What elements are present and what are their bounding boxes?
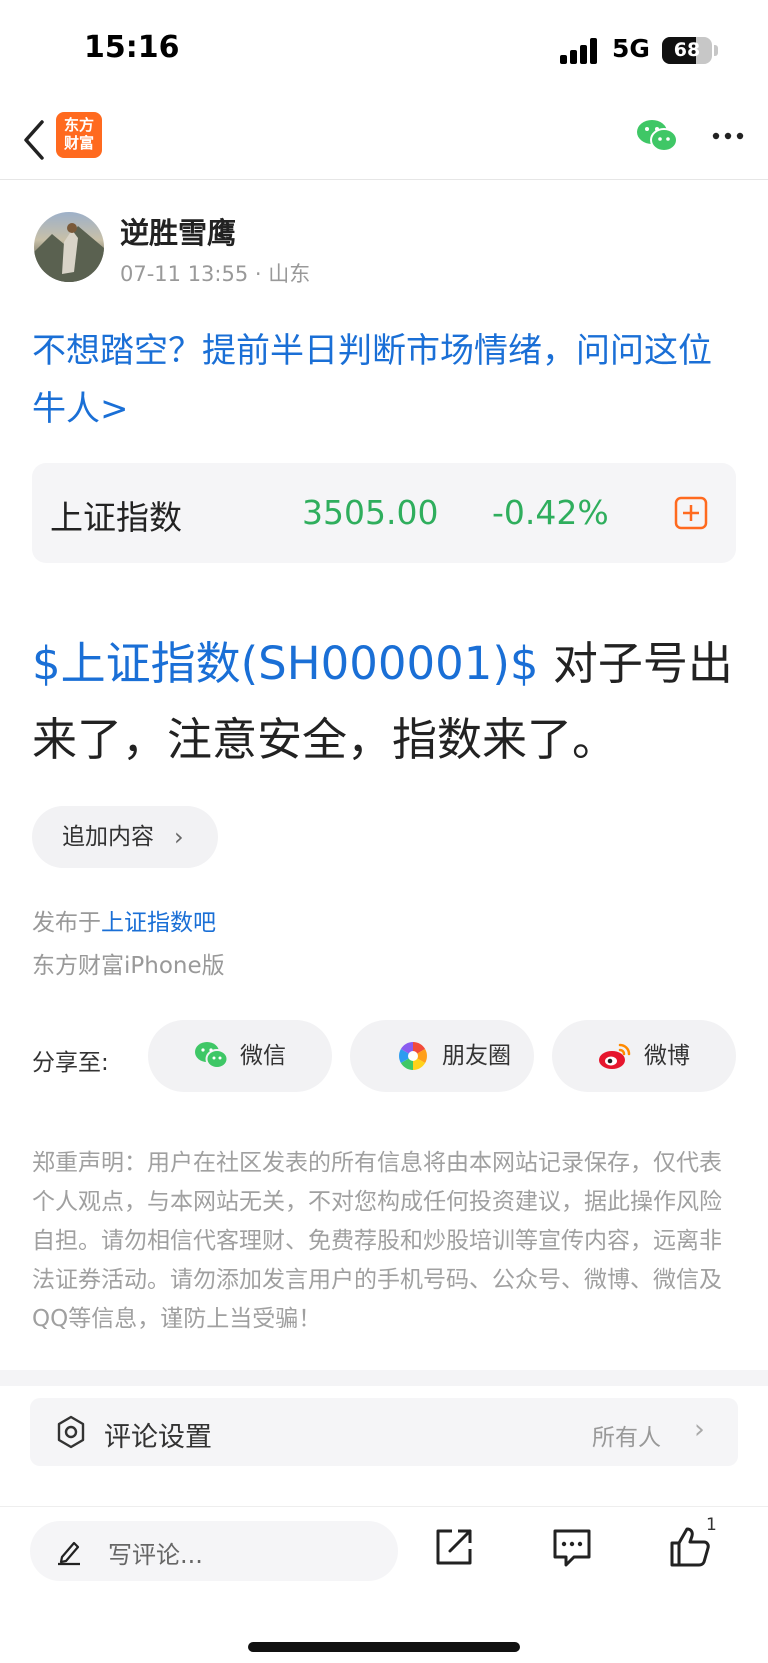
post-meta: 07-11 13:55 · 山东 [120, 262, 311, 286]
stock-name: 上证指数 [50, 498, 182, 537]
add-to-watchlist-button[interactable] [674, 496, 708, 530]
home-indicator[interactable] [248, 1642, 520, 1652]
author-avatar[interactable] [34, 212, 104, 282]
chevron-left-icon [24, 120, 44, 160]
battery-icon: 68 [662, 37, 712, 64]
comment-settings-value: 所有人 [592, 1425, 661, 1451]
section-divider [0, 1370, 768, 1386]
more-icon [712, 132, 744, 140]
chevron-right-icon: › [694, 1414, 705, 1445]
share-option-label: 朋友圈 [442, 1043, 511, 1069]
wechat-icon [637, 120, 678, 152]
share-option-label: 微信 [240, 1043, 286, 1069]
status-bar: 15:16 5G 68 [0, 0, 768, 100]
wechat-share-button[interactable] [636, 118, 678, 154]
more-button[interactable] [708, 116, 748, 156]
append-content-button[interactable]: 追加内容 › [32, 806, 218, 868]
disclaimer: 郑重声明：用户在社区发表的所有信息将由本网站记录保存，仅代表个人观点，与本网站无… [32, 1150, 722, 1332]
back-button[interactable] [16, 114, 56, 164]
comment-input[interactable]: 写评论... [30, 1521, 398, 1581]
post-stock-link[interactable]: $上证指数(SH000001)$ [32, 637, 539, 690]
post-body: $上证指数(SH000001)$ 对子号出来了，注意安全，指数来了。 [32, 626, 744, 778]
stock-card[interactable]: 上证指数 3505.00 -0.42% [32, 463, 736, 563]
moments-icon [399, 1042, 427, 1070]
network-type: 5G [612, 34, 650, 63]
pen-icon [58, 1541, 80, 1566]
app-logo[interactable]: 东方 财富 [56, 112, 102, 158]
share-button[interactable] [432, 1525, 476, 1569]
forum-link[interactable]: 上证指数吧 [101, 910, 216, 936]
published-prefix: 发布于 [32, 910, 101, 936]
cellular-signal-icon [560, 38, 600, 64]
share-label: 分享至: [32, 1050, 109, 1076]
append-content-label: 追加内容 [62, 824, 154, 850]
wechat-icon [195, 1042, 228, 1069]
logo-line2: 财富 [63, 134, 94, 152]
share-weibo-button[interactable]: 微博 [552, 1020, 736, 1092]
author-name[interactable]: 逆胜雪鹰 [120, 210, 236, 252]
battery-percent: 68 [673, 39, 701, 61]
comments-button[interactable] [550, 1525, 594, 1569]
stock-change: -0.42% [492, 493, 609, 532]
share-icon [436, 1529, 472, 1565]
published-in: 发布于上证指数吧 [32, 903, 216, 937]
like-count: 1 [706, 1515, 717, 1535]
chevron-right-icon: › [174, 823, 184, 851]
logo-line1: 东方 [63, 116, 94, 134]
share-wechat-button[interactable]: 微信 [148, 1020, 332, 1092]
share-moments-button[interactable]: 朋友圈 [350, 1020, 534, 1092]
comment-settings-row[interactable]: 评论设置 所有人 › [30, 1398, 738, 1466]
status-time: 15:16 [84, 30, 180, 65]
nav-bar: 东方 财富 [0, 100, 768, 180]
share-option-label: 微博 [644, 1043, 690, 1069]
weibo-icon [599, 1043, 631, 1069]
bottom-bar: 写评论... 1 [0, 1506, 768, 1663]
gear-icon [57, 1415, 85, 1449]
comment-icon [553, 1529, 591, 1567]
avatar-image [34, 223, 104, 282]
promo-link[interactable]: 不想踏空？提前半日判断市场情绪，问问这位牛人> [32, 322, 742, 438]
comment-placeholder: 写评论... [108, 1541, 203, 1569]
comment-settings-label: 评论设置 [104, 1422, 212, 1453]
plus-box-icon [674, 496, 708, 530]
battery-tip [714, 45, 718, 56]
post-client: 东方财富iPhone版 [32, 953, 225, 979]
stock-price: 3505.00 [302, 493, 439, 532]
